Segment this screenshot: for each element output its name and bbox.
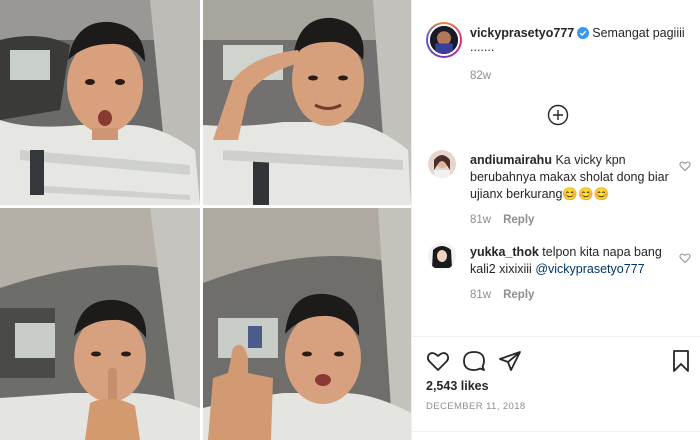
reply-button[interactable]: Reply [503,289,534,301]
comment-like-heart-icon[interactable] [679,160,691,172]
comment-age: 81w [470,214,492,226]
post-actions-bar: 2,543 likes DECEMBER 11, 2018 [412,336,700,440]
post-age: 82w [470,70,492,82]
post-date: DECEMBER 11, 2018 [426,401,526,412]
comment-like-heart-icon[interactable] [679,252,691,264]
caption-text: Semangat pagiiii [592,26,685,40]
post-photo-collage[interactable] [0,0,411,440]
paper-plane-icon[interactable] [498,349,522,373]
commenter-avatar[interactable] [428,242,456,270]
comment-bubble-icon[interactable] [462,349,486,373]
likes-count[interactable]: 2,543 likes [426,379,489,393]
photo-tile-salute [203,0,411,205]
heart-icon[interactable] [426,349,450,373]
add-comment-divider [412,431,700,432]
post-details-panel: vickyprasetyo777 Semangat pagiiii .......… [411,0,700,440]
photo-tile-thumbs-up [203,208,411,440]
commenter-username[interactable]: andiumairahu [470,153,552,167]
photo-tile-surprised [0,0,200,205]
plus-circle-icon[interactable] [547,104,569,126]
post-caption: vickyprasetyo777 Semangat pagiiii ....... [426,22,691,58]
commenter-username[interactable]: yukka_thok [470,245,539,259]
bookmark-icon[interactable] [669,349,693,373]
commenter-avatar[interactable] [428,150,456,178]
author-avatar[interactable] [426,22,462,58]
reply-button[interactable]: Reply [503,214,534,226]
photo-tile-shush [0,208,200,440]
comment-age: 81w [470,289,492,301]
caption-continuation: ....... [470,40,495,54]
author-username[interactable]: vickyprasetyo777 [470,26,574,40]
comment-mention-link[interactable]: @vickyprasetyo777 [535,262,644,276]
verified-badge-icon [577,27,590,39]
comment-emoji: 😊😊😊 [562,187,610,201]
